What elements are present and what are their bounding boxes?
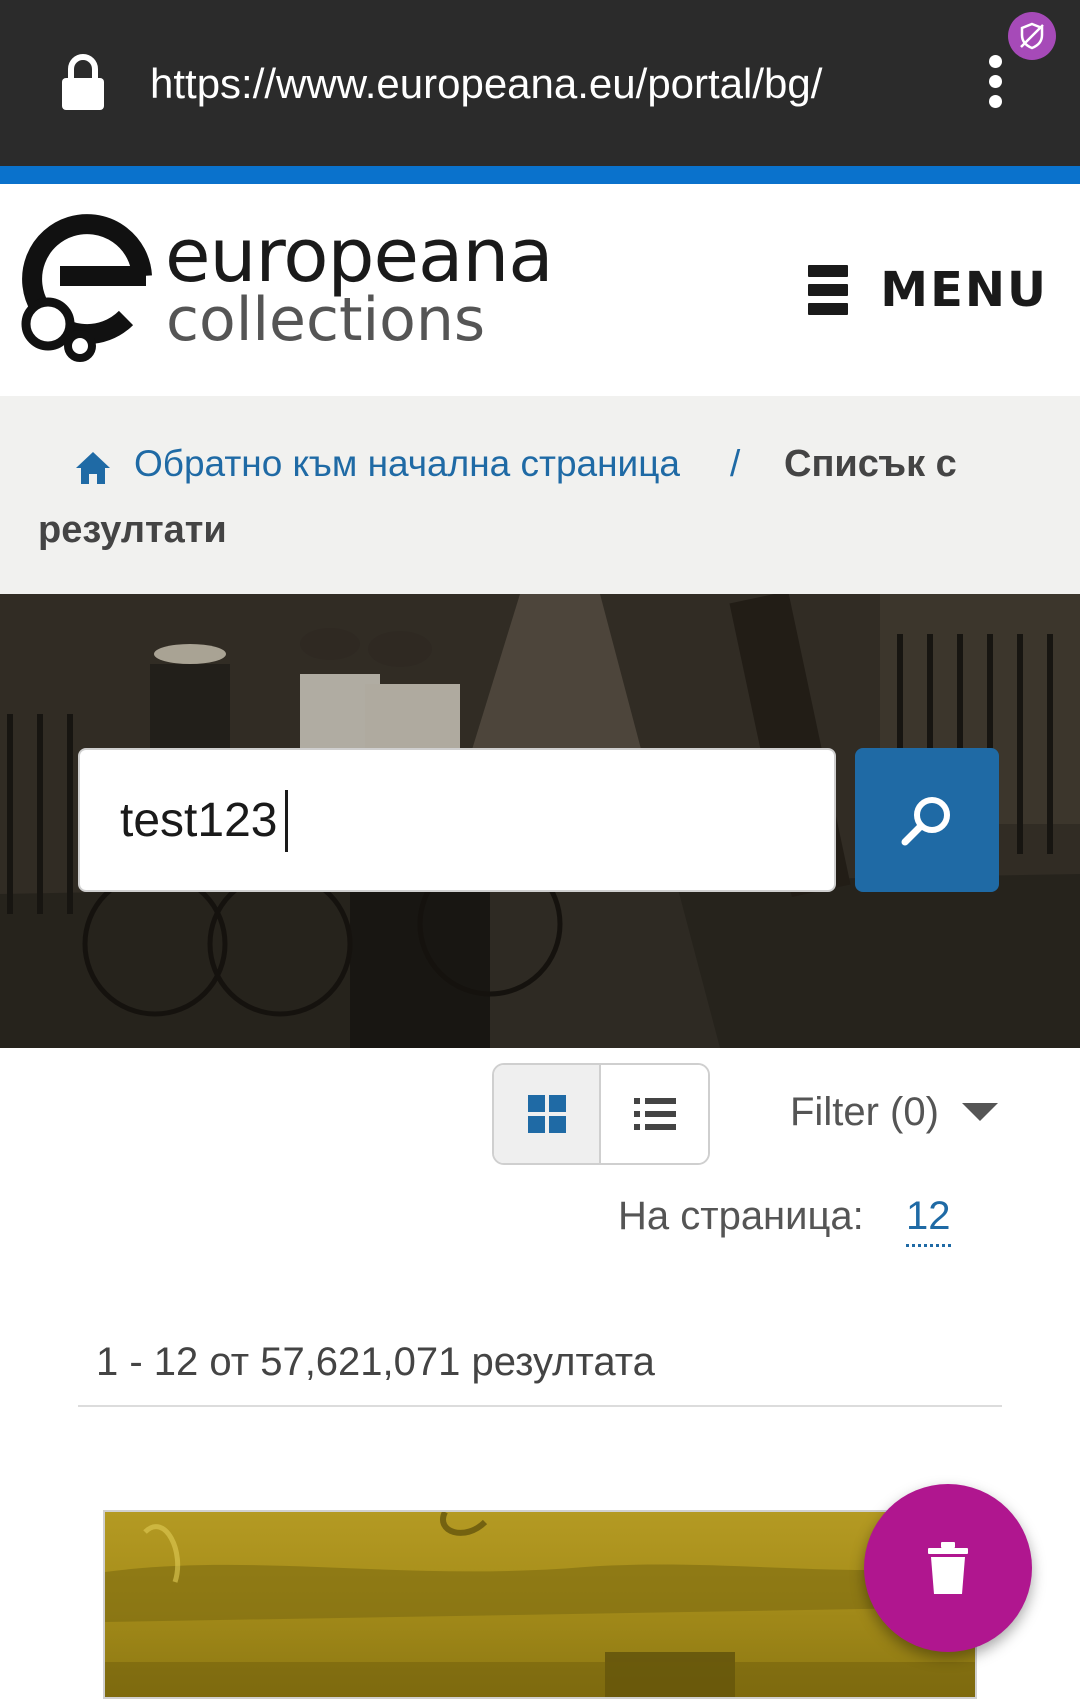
browser-menu-icon[interactable] (985, 55, 1005, 115)
caret-down-icon[interactable] (962, 1103, 998, 1121)
hamburger-icon (808, 265, 849, 315)
breadcrumb-separator: / (730, 443, 741, 484)
logo-subtitle: collections (166, 285, 486, 355)
delete-fab-button[interactable] (864, 1484, 1032, 1652)
search-input[interactable] (78, 748, 836, 892)
browser-address-bar: https://www.europeana.eu/portal/bg/ (0, 0, 1080, 166)
per-page-select[interactable]: 12 (906, 1188, 951, 1247)
view-toggle (492, 1063, 710, 1165)
breadcrumb-current: Списък с (784, 443, 957, 485)
grid-icon (527, 1095, 566, 1133)
europeana-logo-icon[interactable] (18, 206, 158, 366)
per-page-label: На страница: (618, 1194, 864, 1238)
grid-view-button[interactable] (494, 1065, 602, 1163)
filter-dropdown[interactable]: Filter (0) (790, 1084, 939, 1140)
url-fade (840, 50, 910, 120)
breadcrumb (0, 396, 1080, 594)
text-caret (285, 790, 288, 852)
site-header: europeana collections MENU (0, 184, 1080, 396)
result-thumbnail-image (105, 1512, 975, 1697)
search-button[interactable] (855, 748, 999, 892)
trash-icon (928, 1542, 968, 1594)
accent-stripe (0, 166, 1080, 184)
menu-label: MENU (880, 262, 1048, 318)
list-view-button[interactable] (601, 1065, 708, 1163)
result-card-thumbnail[interactable] (103, 1510, 977, 1699)
result-count: 1 - 12 от 57,621,071 резултата (96, 1340, 655, 1384)
search-icon (901, 797, 950, 846)
divider (78, 1405, 1002, 1407)
lock-icon (62, 54, 104, 110)
home-icon[interactable] (74, 450, 112, 486)
breadcrumb-home-link[interactable]: Обратно към начална страница (134, 436, 680, 492)
menu-button[interactable]: MENU (808, 260, 1048, 320)
list-icon (633, 1098, 676, 1130)
url-field[interactable]: https://www.europeana.eu/portal/bg/ (150, 56, 900, 112)
extension-badge-icon[interactable] (1008, 12, 1056, 60)
breadcrumb-current-cont: резултати (38, 509, 227, 551)
